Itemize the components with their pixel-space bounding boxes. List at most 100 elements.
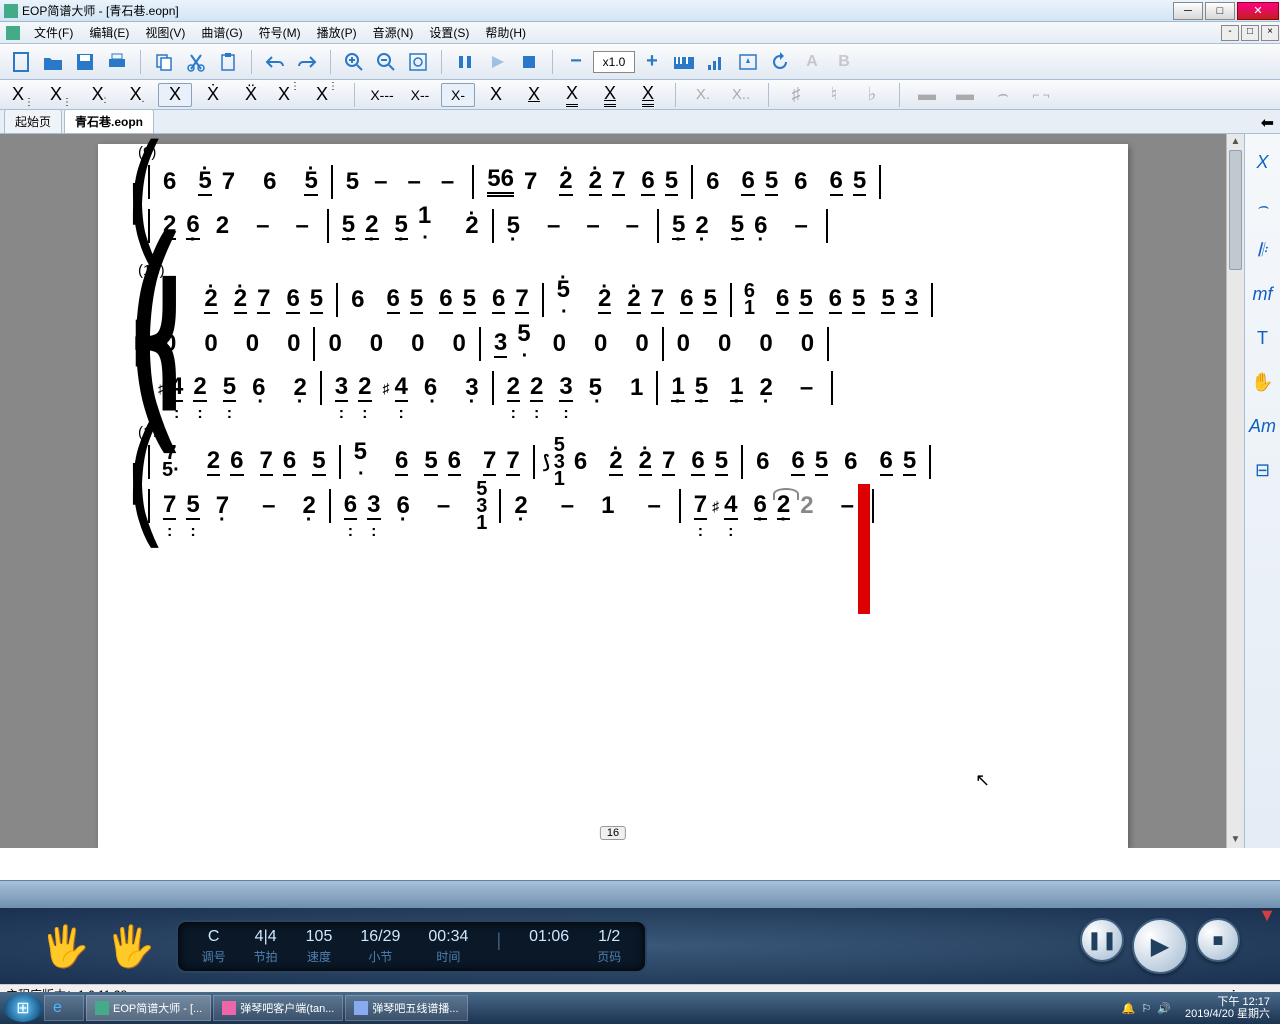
player-stop-button[interactable]: ■ [1196,918,1240,962]
cut-button[interactable] [181,48,211,76]
sharp-button[interactable]: ♯ [779,83,813,107]
marker-b-button[interactable]: B [829,48,859,76]
rest-whole[interactable]: ▬ [910,83,944,107]
note-len-6[interactable]: X [555,83,589,107]
rside-layout[interactable]: ⊟ [1249,458,1277,482]
tie-button[interactable]: ⌢ [986,83,1020,107]
rside-dynamics[interactable]: mf [1249,282,1277,306]
copy-button[interactable] [149,48,179,76]
note-len-8[interactable]: X [631,83,665,107]
taskbar-app-3[interactable]: 弹琴吧五线谱播... [345,995,467,1021]
system-tray[interactable]: 🔔 ⚐ 🔊 下午 12:17 2019/4/20 星期六 [1122,996,1276,1020]
paste-button[interactable] [213,48,243,76]
mdi-close[interactable]: × [1261,25,1279,41]
undo-button[interactable] [260,48,290,76]
note-dur-6[interactable]: Ẋ [196,83,230,107]
note-len-4[interactable]: X [479,83,513,107]
note-dur-2[interactable]: X⋮ [44,83,78,107]
menu-symbol[interactable]: 符号(M) [251,24,309,41]
open-button[interactable] [38,48,68,76]
note-len-7[interactable]: X [593,83,627,107]
mdi-restore[interactable]: □ [1241,25,1259,41]
zoom-display[interactable]: x1.0 [593,51,635,73]
note-dur-9[interactable]: X⋮ [310,83,344,107]
marker-a-button[interactable]: A [797,48,827,76]
bar-number: (13) [138,262,165,279]
bracket-button[interactable]: ⌐ ¬ [1024,83,1058,107]
rside-hand[interactable]: ✋ [1249,370,1277,394]
rside-x[interactable]: X [1249,150,1277,174]
save-button[interactable] [70,48,100,76]
note-dur-8[interactable]: X⋮ [272,83,306,107]
note-len-3[interactable]: X- [441,83,475,107]
tray-volume-icon[interactable]: 🔊 [1157,1002,1171,1015]
redo-button[interactable] [292,48,322,76]
maximize-button[interactable]: □ [1205,2,1235,20]
left-hand-icon[interactable]: 🖐 [40,923,90,970]
menu-edit[interactable]: 编辑(E) [81,24,137,41]
note-dur-7[interactable]: Ẍ [234,83,268,107]
taskbar-app-2[interactable]: 弹琴吧客户端(tan... [213,995,343,1021]
collapse-toolbar-icon[interactable]: ⬅ [1255,113,1280,133]
flat-button[interactable]: ♭ [855,83,889,107]
tray-notifications-icon[interactable]: 🔔 [1122,1002,1136,1015]
player-dragbar[interactable]: ▼ [0,880,1280,908]
rside-fermata[interactable]: ⌢ [1249,194,1277,218]
menu-help[interactable]: 帮助(H) [477,24,534,41]
tab-file[interactable]: 青石巷.eopn [64,109,154,133]
note-dur-1[interactable]: X⋮ [6,83,40,107]
tempo-down-button[interactable]: − [561,48,591,76]
right-hand-icon[interactable]: 🖐 [106,923,156,970]
minimize-button[interactable]: ─ [1173,2,1203,20]
menu-play[interactable]: 播放(P) [309,24,365,41]
note-len-2[interactable]: X-- [403,83,437,107]
note-dur-4[interactable]: X. [120,83,154,107]
menu-file[interactable]: 文件(F) [26,24,81,41]
menu-settings[interactable]: 设置(S) [421,24,477,41]
player-pause-button[interactable]: ❚❚ [1080,918,1124,962]
start-button[interactable]: ⊞ [4,994,42,1022]
tab-start[interactable]: 起始页 [4,109,62,133]
tempo-up-button[interactable]: + [637,48,667,76]
scroll-thumb[interactable] [1229,150,1242,270]
scroll-down-icon[interactable]: ▼ [1227,832,1244,848]
note-dot-1[interactable]: X. [686,83,720,107]
document-viewport[interactable]: (9) ⎛ 6 5 7 6 5 5––– 567 2 2 7 6 5 6 6 5… [0,134,1226,848]
main-toolbar: − x1.0 + A B [0,44,1280,80]
menu-view[interactable]: 视图(V) [137,24,193,41]
zoom-out-button[interactable] [371,48,401,76]
close-button[interactable]: ✕ [1237,2,1279,20]
tray-action-icon[interactable]: ⚐ [1141,1002,1151,1015]
mixer-button[interactable] [701,48,731,76]
player-play-button[interactable]: ▶ [1132,918,1188,974]
taskbar-ie[interactable]: e [44,995,84,1021]
settings-button[interactable] [733,48,763,76]
stop-button[interactable] [514,48,544,76]
rest-half[interactable]: ▬ [948,83,982,107]
mdi-minimize[interactable]: - [1221,25,1239,41]
pause-button[interactable] [450,48,480,76]
taskbar-app-1[interactable]: EOP简谱大师 - [... [86,995,211,1021]
note-len-1[interactable]: X--- [365,83,399,107]
natural-button[interactable]: ♮ [817,83,851,107]
scroll-up-icon[interactable]: ▲ [1227,134,1244,150]
play-button[interactable] [482,48,512,76]
keyboard-button[interactable] [669,48,699,76]
note-dur-5[interactable]: X [158,83,192,107]
note-dot-2[interactable]: X.. [724,83,758,107]
note-dur-3[interactable]: X: [82,83,116,107]
rside-repeat[interactable]: 𝄆 [1249,238,1277,262]
expand-down-icon[interactable]: ▼ [1258,905,1276,926]
zoom-in-button[interactable] [339,48,369,76]
vertical-scrollbar[interactable]: ▲ ▼ [1226,134,1244,848]
rside-chord[interactable]: Am [1249,414,1277,438]
taskbar-clock[interactable]: 下午 12:17 2019/4/20 星期六 [1177,996,1270,1020]
zoom-fit-button[interactable] [403,48,433,76]
refresh-button[interactable] [765,48,795,76]
menu-sound[interactable]: 音源(N) [365,24,422,41]
menu-score[interactable]: 曲谱(G) [193,24,250,41]
new-button[interactable] [6,48,36,76]
note-len-5[interactable]: X [517,83,551,107]
print-button[interactable] [102,48,132,76]
rside-text[interactable]: T [1249,326,1277,350]
